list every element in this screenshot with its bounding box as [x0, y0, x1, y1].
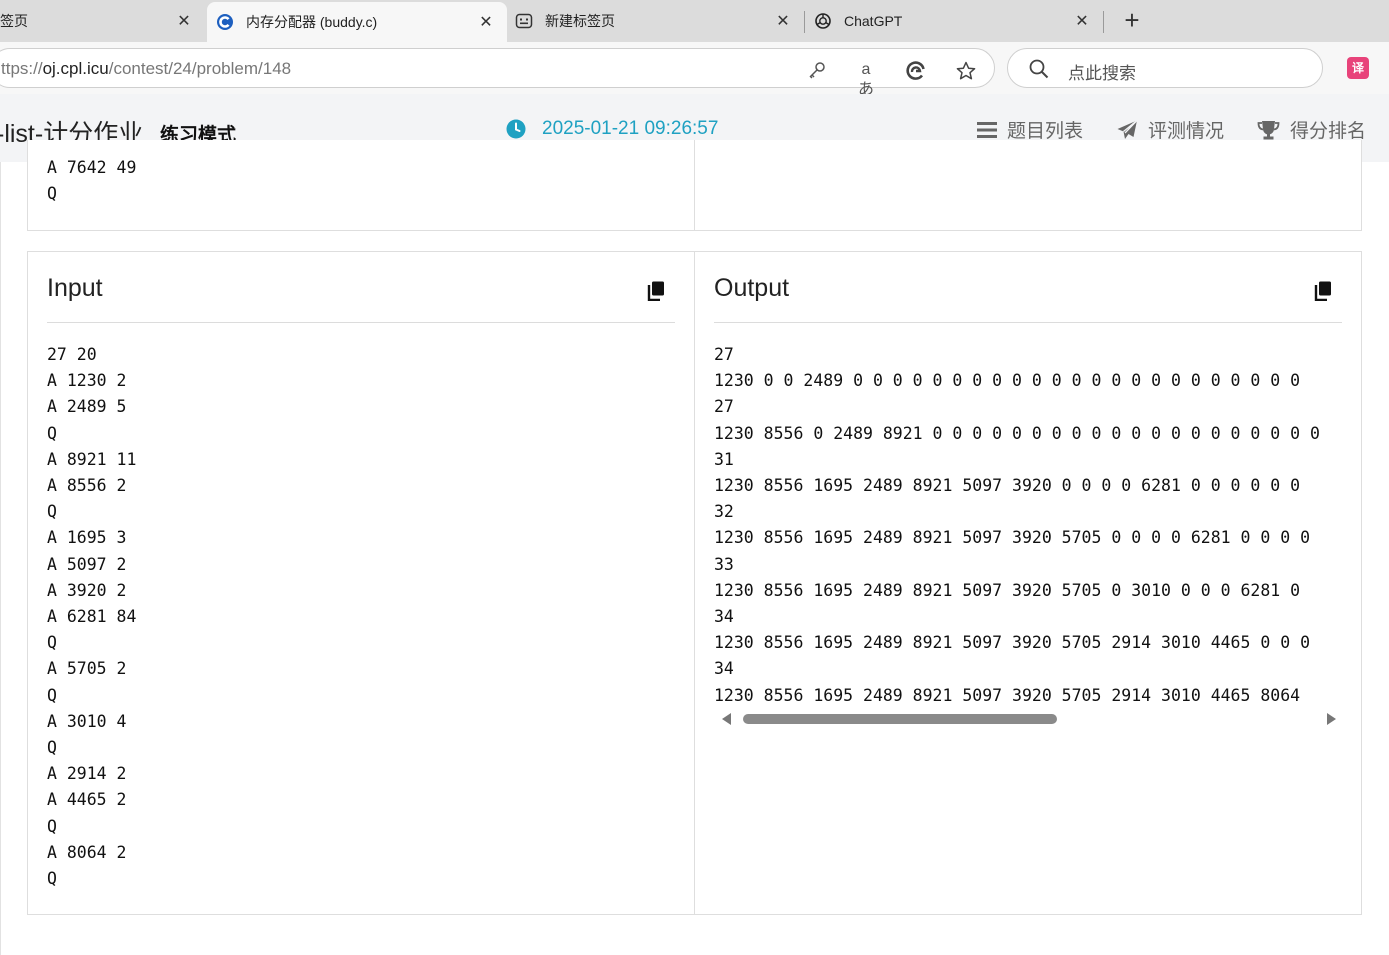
header-overlay — [0, 94, 1389, 162]
output-title: Output — [714, 274, 790, 302]
code-line: A 1695 3 — [47, 528, 127, 548]
code-line: 1230 8556 1695 2489 8921 5097 3920 5705 … — [714, 685, 1301, 705]
prev-input-text: A 7642 49 Q — [47, 155, 136, 207]
code-line: Q — [47, 423, 57, 443]
code-line: 1230 8556 1695 2489 8921 5097 3920 5705 … — [714, 528, 1311, 548]
new-tab-page-icon — [515, 12, 533, 30]
new-tab-button[interactable]: + — [1119, 6, 1145, 36]
edge-refresh-icon[interactable] — [905, 60, 927, 80]
code-line: A 2489 5 — [47, 397, 127, 417]
input-title: Input — [47, 274, 103, 302]
code-line: A 2914 2 — [47, 764, 127, 784]
tab-title: 签页 — [0, 13, 28, 29]
tab-title: ChatGPT — [844, 13, 903, 29]
page-left-border — [0, 162, 1, 955]
code-line: A 6281 84 — [47, 607, 137, 627]
search-placeholder: 点此搜索 — [1068, 64, 1136, 83]
output-text: 27 1230 0 0 2489 0 0 0 0 0 0 0 0 0 0 0 0 … — [714, 342, 1342, 709]
read-aloud-icon[interactable]: aあ — [855, 60, 877, 98]
code-line: Q — [47, 502, 57, 522]
scroll-left-arrow-icon[interactable] — [722, 713, 731, 725]
tab-strip: 签页 ✕ 内存分配器 (buddy.c) ✕ 新建标签页 ✕ ChatGPT ✕… — [0, 0, 1389, 42]
code-line: A 3010 4 — [47, 711, 127, 731]
output-divider — [714, 322, 1342, 323]
code-line: 27 — [714, 397, 734, 417]
tab-title: 内存分配器 (buddy.c) — [246, 14, 378, 30]
url-host: oj.cpl.icu — [42, 59, 109, 78]
code-line: A 8921 11 — [47, 449, 137, 469]
code-line: A 3920 2 — [47, 580, 127, 600]
url-bar[interactable]: ttps://oj.cpl.icu/contest/24/problem/148… — [0, 48, 995, 98]
output-panel: Output 27 1230 0 0 2489 0 0 0 0 0 0 0 0 0… — [694, 251, 1362, 915]
copy-icon[interactable] — [1314, 281, 1332, 302]
tab-separator — [1103, 11, 1104, 33]
code-line: A 1230 2 — [47, 371, 127, 391]
code-line: 32 — [714, 502, 734, 522]
code-line: Q — [47, 869, 57, 889]
code-line: Q — [47, 738, 57, 758]
code-line: 1230 8556 1695 2489 8921 5097 3920 0 0 0… — [714, 476, 1301, 496]
code-line: 1230 8556 1695 2489 8921 5097 3920 5705 … — [714, 580, 1301, 600]
code-line: 27 20 — [47, 345, 97, 364]
url-path: /contest/24/problem/148 — [108, 59, 292, 78]
horizontal-scrollbar[interactable] — [714, 709, 1342, 729]
key-icon[interactable] — [806, 60, 828, 80]
code-line: A 8064 2 — [47, 842, 127, 862]
code-line: Q — [47, 633, 57, 653]
code-line: 34 — [714, 607, 734, 627]
scrollbar-thumb[interactable] — [743, 714, 1057, 724]
input-panel: Input 27 20 A 1230 2 A 2489 5 Q A 8921 11 A 8… — [27, 251, 695, 915]
code-line: 34 — [714, 659, 734, 679]
tab-new[interactable]: 新建标签页 ✕ — [507, 0, 804, 42]
favorite-star-icon[interactable] — [955, 60, 977, 80]
code-line: 31 — [714, 449, 734, 469]
search-icon — [1028, 58, 1050, 80]
code-line: 1230 0 0 2489 0 0 0 0 0 0 0 0 0 0 0 0 0 … — [714, 371, 1301, 391]
address-bar-row: ttps://oj.cpl.icu/contest/24/problem/148… — [0, 42, 1389, 98]
input-text: 27 20 A 1230 2 A 2489 5 Q A 8921 11 A 8556 2 Q… — [47, 342, 136, 892]
search-box[interactable]: 点此搜索 — [1007, 48, 1323, 88]
code-line: A 5705 2 — [47, 659, 127, 679]
tab-prev[interactable]: 签页 ✕ — [0, 0, 205, 42]
code-line: Q — [47, 685, 57, 705]
code-line: 1230 8556 0 2489 8921 0 0 0 0 0 0 0 0 0 … — [714, 423, 1320, 443]
oj-site-icon — [216, 13, 234, 31]
close-icon[interactable]: ✕ — [774, 11, 792, 31]
output-scroll-area[interactable]: 27 1230 0 0 2489 0 0 0 0 0 0 0 0 0 0 0 0 … — [714, 342, 1342, 710]
tab-title: 新建标签页 — [545, 13, 615, 29]
url-scheme: ttps:// — [1, 59, 43, 78]
copy-icon[interactable] — [647, 281, 665, 302]
scroll-right-arrow-icon[interactable] — [1327, 713, 1336, 725]
code-line: 33 — [714, 554, 734, 574]
url-text[interactable]: ttps://oj.cpl.icu/contest/24/problem/148 — [1, 59, 291, 79]
code-line: 1230 8556 1695 2489 8921 5097 3920 5705 … — [714, 633, 1311, 653]
close-icon[interactable]: ✕ — [1073, 11, 1091, 31]
input-divider — [47, 322, 675, 323]
tab-buddy[interactable]: 内存分配器 (buddy.c) ✕ — [207, 2, 507, 42]
code-line: 27 — [714, 345, 734, 364]
close-icon[interactable]: ✕ — [175, 11, 193, 31]
code-line: A 4465 2 — [47, 790, 127, 810]
tab-chatgpt[interactable]: ChatGPT ✕ — [805, 0, 1103, 42]
chatgpt-icon — [814, 12, 832, 30]
code-line: Q — [47, 184, 57, 204]
code-line: Q — [47, 816, 57, 836]
close-icon[interactable]: ✕ — [477, 12, 495, 32]
translate-extension-icon[interactable]: 译 — [1347, 57, 1369, 79]
code-line: A 8556 2 — [47, 476, 127, 496]
code-line: A 5097 2 — [47, 554, 127, 574]
